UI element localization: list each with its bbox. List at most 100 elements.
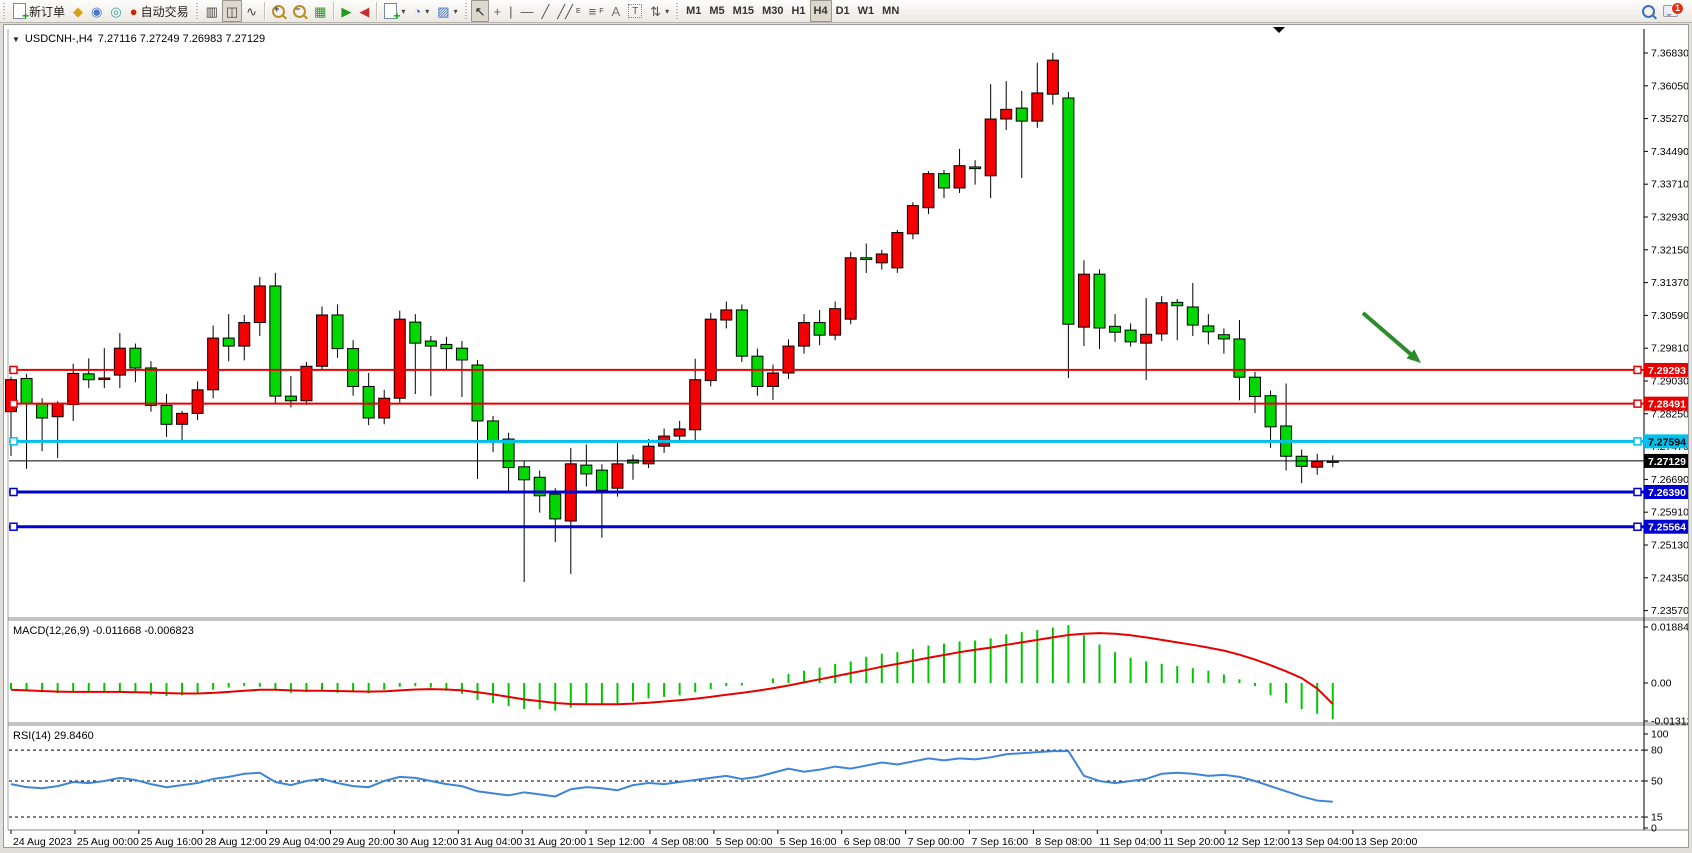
trendline-button[interactable]: ╱ (537, 0, 553, 22)
timeframe-m30-button[interactable]: M30 (758, 0, 787, 22)
indicators-button[interactable]: ▾ (380, 0, 409, 22)
text-button[interactable]: A (608, 0, 625, 22)
channel-button[interactable]: ╱╱E (553, 0, 584, 22)
timeframe-d1-button[interactable]: D1 (832, 0, 854, 22)
timeframe-label: M15 (733, 5, 754, 17)
symbol-title: USDCNH-,H4 (25, 33, 93, 45)
zoom-in-button[interactable]: + (268, 0, 289, 22)
new-order-button[interactable]: 新订单 (9, 0, 69, 22)
price-axis-label: 7.24350 (1651, 572, 1688, 584)
resistance-line-1-left-handle[interactable] (10, 366, 17, 373)
price-axis-label: 7.25130 (1651, 539, 1688, 551)
chat-button[interactable]: 1 (1659, 0, 1682, 22)
support-line-2-right-handle[interactable] (1634, 523, 1641, 530)
signals-button[interactable]: ◎ (106, 0, 125, 22)
auto-trading-button-label: 自动交易 (141, 3, 189, 20)
candle (1016, 108, 1027, 121)
price-axis-label: 7.32930 (1651, 211, 1688, 223)
vline-icon: | (509, 5, 512, 18)
text-label-button[interactable]: T (624, 0, 646, 22)
pivot-line-left-handle[interactable] (10, 438, 17, 445)
timeframe-m5-button[interactable]: M5 (705, 0, 728, 22)
candle (441, 344, 452, 348)
price-chart-canvas[interactable]: 7.368307.360507.352707.344907.337107.329… (4, 25, 1688, 847)
price-axis-label: 7.23570 (1651, 605, 1688, 617)
support-line-1-right-handle[interactable] (1634, 489, 1641, 496)
price-axis-label: 7.34490 (1651, 146, 1688, 158)
chevron-down-icon[interactable]: ▾ (401, 7, 405, 16)
chevron-down-icon[interactable]: ▾ (425, 7, 429, 16)
trend-arrow-annotation[interactable] (1363, 313, 1413, 356)
cursor-button[interactable]: ↖ (471, 0, 490, 22)
timeframe-label: W1 (858, 5, 875, 17)
timeframe-m1-button[interactable]: M1 (682, 0, 705, 22)
candle (130, 348, 141, 368)
zoom-out-button[interactable]: − (289, 0, 310, 22)
candle (1312, 461, 1323, 467)
candle (1172, 302, 1183, 305)
chevron-down-icon[interactable]: ▾ (665, 7, 669, 16)
trend-icon: ╱ (541, 5, 549, 18)
timeframe-mn-button[interactable]: MN (878, 0, 903, 22)
templates-button[interactable]: ▨▾ (433, 0, 461, 22)
candle (923, 174, 934, 208)
play-icon: ▶ (341, 5, 351, 18)
line-chart-button[interactable]: ∿ (242, 0, 261, 22)
market-button[interactable]: ◉ (87, 0, 106, 22)
timeframe-label: H4 (814, 5, 828, 17)
toolbar-grip[interactable] (464, 3, 469, 19)
candle (456, 348, 467, 360)
timeframe-h1-button[interactable]: H1 (787, 0, 809, 22)
time-axis-label: 4 Sep 08:00 (652, 836, 709, 847)
time-axis-label: 11 Sep 20:00 (1163, 836, 1225, 847)
auto-trading-button[interactable]: ●自动交易 (126, 0, 193, 22)
toolbar-grip[interactable] (675, 3, 680, 19)
time-axis-label: 5 Sep 00:00 (716, 836, 773, 847)
arrows-button[interactable]: ⇅▾ (646, 0, 673, 22)
chart-menu-arrow-icon[interactable]: ▼ (12, 35, 20, 44)
horizontal-line-button[interactable]: — (516, 0, 537, 22)
auto-scroll-button[interactable]: ▶ (337, 0, 355, 22)
new-order-button-label: 新订单 (29, 3, 65, 20)
notification-badge: 1 (1671, 2, 1684, 15)
fibonacci-button[interactable]: ≡F (585, 0, 608, 22)
crosshair-button[interactable]: + (489, 0, 505, 22)
support-line-1-left-handle[interactable] (10, 489, 17, 496)
candle (254, 286, 265, 323)
chevron-down-icon[interactable]: ▾ (454, 7, 458, 16)
resistance-line-2-right-handle[interactable] (1634, 400, 1641, 407)
vertical-line-button[interactable]: | (505, 0, 516, 22)
drawing-tools-group: ↖+ | — ╱ ╱╱E≡FAT⇅▾ (471, 0, 674, 22)
timeframe-label: MN (882, 5, 899, 17)
search-button[interactable] (1638, 0, 1659, 22)
bar-chart-button[interactable]: ▥ (202, 0, 222, 22)
toolbar-grip[interactable] (195, 3, 200, 19)
timeframe-w1-button[interactable]: W1 (854, 0, 879, 22)
candle (192, 390, 203, 414)
pivot-line-right-handle[interactable] (1634, 438, 1641, 445)
support-line-2-left-handle[interactable] (10, 523, 17, 530)
template-icon: ▨ (437, 5, 449, 18)
pivot-line-price-badge-label: 7.27594 (1648, 436, 1686, 448)
periods-button[interactable]: ◔▾ (409, 0, 433, 22)
chart-shift-marker-icon[interactable] (1273, 27, 1285, 33)
chart-shift-button[interactable]: ◀ (355, 0, 373, 22)
candle (1078, 274, 1089, 327)
timeframe-label: M5 (709, 5, 724, 17)
styles-button[interactable]: ◆ (69, 0, 87, 22)
chart-window[interactable]: 7.368307.360507.352707.344907.337107.329… (3, 24, 1689, 848)
tool-subscript: F (599, 8, 603, 15)
toolbar-grip[interactable] (2, 3, 7, 19)
tile-windows-button[interactable]: ▦ (310, 0, 330, 22)
resistance-line-1-right-handle[interactable] (1634, 366, 1641, 373)
bars-icon: ▥ (206, 5, 218, 18)
timeframe-group: M1 M5 M15 M30H1 H4 D1 W1 MN (682, 0, 903, 22)
candlestick-button[interactable]: ◫ (222, 0, 242, 22)
price-axis-label: 7.26690 (1651, 474, 1688, 486)
time-axis-label: 1 Sep 12:00 (588, 836, 645, 847)
resistance-line-2-left-handle[interactable] (10, 400, 17, 407)
timeframe-m15-button[interactable]: M15 (729, 0, 758, 22)
scroll-group: ▶◀ (337, 0, 373, 22)
timeframe-h4-button[interactable]: H4 (810, 0, 832, 22)
price-axis-label: 7.36830 (1651, 48, 1688, 60)
